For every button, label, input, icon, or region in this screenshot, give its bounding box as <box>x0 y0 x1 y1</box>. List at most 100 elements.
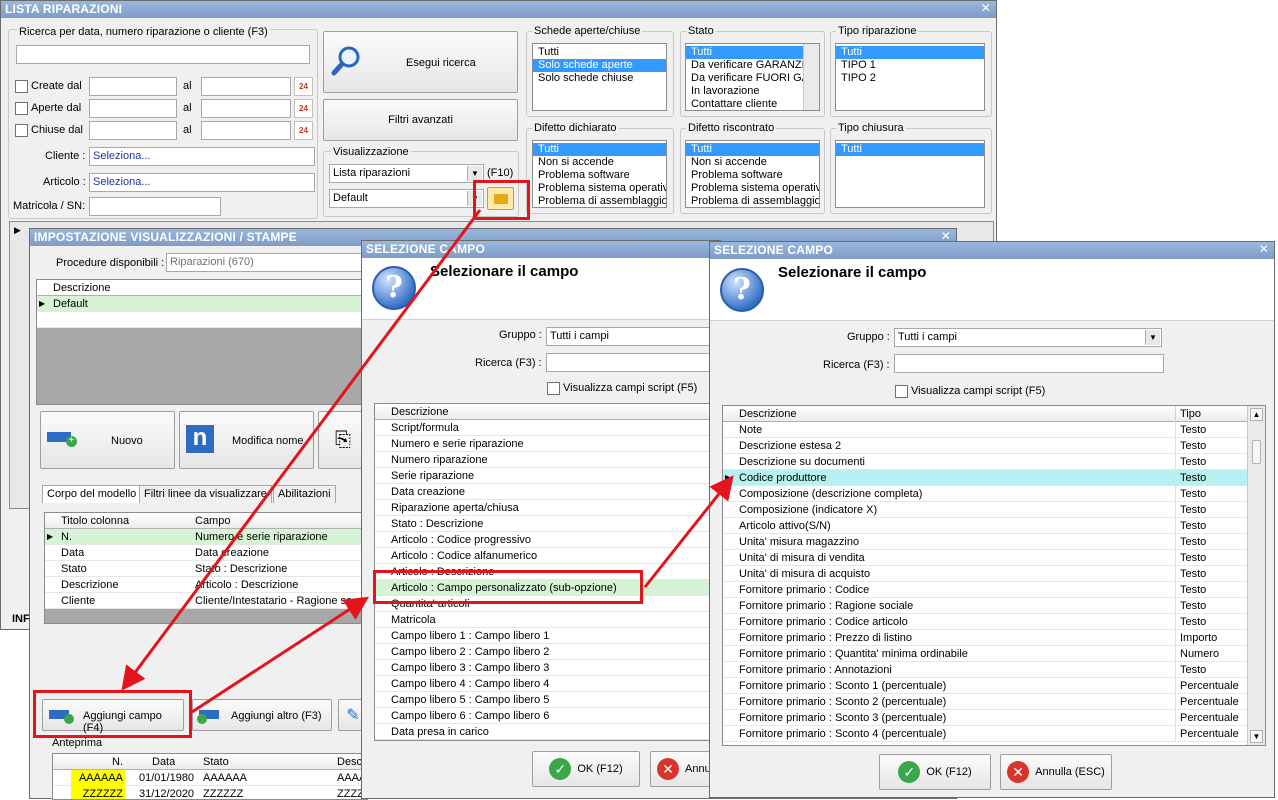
table-row[interactable]: Unita' di misura di vendita Testo <box>723 550 1265 566</box>
table-row[interactable]: Composizione (descrizione completa) Testo <box>723 486 1265 502</box>
table-row[interactable]: Numero riparazione <box>375 452 719 468</box>
chevron-down-icon[interactable]: ▼ <box>1250 730 1263 743</box>
table-row[interactable]: Unita' misura magazzino Testo <box>723 534 1265 550</box>
table-row[interactable]: Data creazione <box>375 484 719 500</box>
table-row[interactable]: Articolo attivo(S/N) Testo <box>723 518 1265 534</box>
table-row[interactable]: Articolo : Codice progressivo <box>375 532 719 548</box>
table-row[interactable]: Unita' di misura di acquisto Testo <box>723 566 1265 582</box>
table-row[interactable]: Fornitore primario : Sconto 4 (percentua… <box>723 726 1265 742</box>
add-other-button[interactable]: Aggiungi altro (F3) <box>192 699 332 731</box>
close-icon[interactable]: ✕ <box>1259 243 1269 256</box>
tab-corpo[interactable]: Corpo del modello <box>42 485 142 503</box>
list-item[interactable]: Tutti <box>686 46 803 59</box>
list-item[interactable]: Problema sistema operativo <box>686 182 819 195</box>
ricerca-input[interactable] <box>546 353 722 372</box>
matricola-field[interactable] <box>89 197 221 216</box>
difetto-dich-list[interactable]: Tutti Non si accende Problema software P… <box>532 140 667 208</box>
table-row[interactable]: Fornitore primario : Sconto 1 (percentua… <box>723 678 1265 694</box>
preview-grid[interactable]: N. Data Stato Descri AAAAAA 01/01/1980 A… <box>52 753 368 800</box>
advanced-filters-button[interactable]: Filtri avanzati <box>323 99 518 141</box>
table-row[interactable]: Data Data creazione <box>45 545 365 561</box>
table-row[interactable] <box>37 312 365 328</box>
table-row[interactable]: Fornitore primario : Codice Testo <box>723 582 1265 598</box>
table-row[interactable]: Fornitore primario : Sconto 3 (percentua… <box>723 710 1265 726</box>
table-row[interactable]: Fornitore primario : Codice articolo Test… <box>723 614 1265 630</box>
create-to-field[interactable] <box>201 77 291 96</box>
calendar-icon[interactable]: 24 <box>294 77 313 96</box>
table-row[interactable]: ZZZZZZ 31/12/2020 ZZZZZZ ZZZZ <box>53 786 367 799</box>
table-row[interactable]: ▶ Default <box>37 296 365 312</box>
list-item[interactable]: TIPO 1 <box>836 59 984 72</box>
table-row[interactable]: Fornitore primario : Prezzo di listino Im… <box>723 630 1265 646</box>
chevron-down-icon[interactable]: ▼ <box>1145 330 1160 345</box>
table-row[interactable]: Composizione (indicatore X) Testo <box>723 502 1265 518</box>
tab-filtri[interactable]: Filtri linee da visualizzare <box>139 485 272 503</box>
table-row[interactable]: Numero e serie riparazione <box>375 436 719 452</box>
list-item[interactable]: Problema software <box>686 169 819 182</box>
table-row[interactable]: Campo libero 2 : Campo libero 2 <box>375 644 719 660</box>
tipo-rip-list[interactable]: Tutti TIPO 1 TIPO 2 <box>835 43 985 111</box>
tab-abilitazioni[interactable]: Abilitazioni <box>273 485 336 503</box>
list-item[interactable]: Solo schede aperte <box>533 59 666 72</box>
script-checkbox[interactable] <box>547 382 560 395</box>
open-checkbox[interactable] <box>15 102 28 115</box>
search-input[interactable] <box>16 45 310 64</box>
list-item[interactable]: Tutti <box>836 143 984 156</box>
table-row[interactable]: Campo libero 1 : Campo libero 1 <box>375 628 719 644</box>
list-item[interactable]: Problema di assemblaggio <box>533 195 666 207</box>
closed-to-field[interactable] <box>201 121 291 140</box>
list-item[interactable]: Da verificare FUORI GA <box>686 72 819 85</box>
models-grid[interactable]: Descrizione ▶ Default <box>36 279 366 405</box>
table-row[interactable]: Riparazione aperta/chiusa <box>375 500 719 516</box>
table-row[interactable]: Campo libero 3 : Campo libero 3 <box>375 660 719 676</box>
stato-list[interactable]: Tutti Da verificare GARANZIA Da verifica… <box>685 43 820 111</box>
table-row[interactable]: Cliente Cliente/Intestatario - Ragione s… <box>45 593 365 609</box>
calendar-icon[interactable]: 24 <box>294 99 313 118</box>
table-row[interactable]: Fornitore primario : Annotazioni Testo <box>723 662 1265 678</box>
table-row[interactable]: Matricola <box>375 612 719 628</box>
list-item[interactable]: Tutti <box>836 46 984 59</box>
table-row[interactable]: Stato Stato : Descrizione <box>45 561 365 577</box>
view-combo[interactable]: Lista riparazioni ▼ <box>329 164 484 183</box>
list-item[interactable]: Solo schede chiuse <box>533 72 666 85</box>
table-row[interactable]: Descrizione Articolo : Descrizione <box>45 577 365 593</box>
chevron-down-icon[interactable]: ▼ <box>467 166 482 181</box>
create-from-field[interactable] <box>89 77 177 96</box>
difetto-risc-list[interactable]: Tutti Non si accende Problema software P… <box>685 140 820 208</box>
list-item[interactable]: Tutti <box>533 46 666 59</box>
chevron-up-icon[interactable]: ▲ <box>1250 408 1263 421</box>
open-to-field[interactable] <box>201 99 291 118</box>
ricerca-input[interactable] <box>894 354 1164 373</box>
closed-checkbox[interactable] <box>15 124 28 137</box>
table-row[interactable]: ▶ Codice produttore Testo <box>723 470 1265 486</box>
table-row[interactable]: Fornitore primario : Ragione sociale Test… <box>723 598 1265 614</box>
table-row[interactable]: Data presa in carico <box>375 724 719 740</box>
new-button[interactable]: + Nuovo <box>40 411 175 469</box>
ok-button[interactable]: ✓ OK (F12) <box>532 751 640 787</box>
list-item[interactable]: Da verificare GARANZIA <box>686 59 819 72</box>
script-checkbox[interactable] <box>895 385 908 398</box>
cliente-field[interactable]: Seleziona... <box>89 147 315 166</box>
list-item[interactable]: Non si accende <box>533 156 666 169</box>
scroll-thumb[interactable] <box>1252 440 1261 464</box>
table-row[interactable]: Campo libero 4 : Campo libero 4 <box>375 676 719 692</box>
table-row[interactable]: AAAAAA 01/01/1980 AAAAAA AAAA <box>53 770 367 786</box>
list-item[interactable]: Tutti <box>533 143 666 156</box>
table-row[interactable]: Campo libero 6 : Campo libero 6 <box>375 708 719 724</box>
list-item[interactable]: Problema sistema operativo <box>533 182 666 195</box>
list-item[interactable]: Problema software <box>533 169 666 182</box>
articolo-field[interactable]: Seleziona... <box>89 173 315 192</box>
gruppo-combo[interactable]: Tutti i campi ▼ <box>894 328 1162 347</box>
ok-button[interactable]: ✓ OK (F12) <box>879 754 991 790</box>
list-item[interactable]: In lavorazione <box>686 85 819 98</box>
sel2-fields-grid[interactable]: Descrizione Tipo Note Testo Descrizione es… <box>722 405 1266 746</box>
list-item[interactable]: Contattare cliente <box>686 98 819 110</box>
table-row[interactable]: Stato : Descrizione <box>375 516 719 532</box>
table-row[interactable]: Articolo : Codice alfanumerico <box>375 548 719 564</box>
list-item[interactable]: Problema di assemblaggio <box>686 195 819 207</box>
create-checkbox[interactable] <box>15 80 28 93</box>
default-combo[interactable]: Default ▼ <box>329 189 484 208</box>
table-row[interactable]: Fornitore primario : Quantita' minima or… <box>723 646 1265 662</box>
cancel-button[interactable]: ✕ Annulla (ESC) <box>1000 754 1112 790</box>
sel2-scrollbar[interactable]: ▲ ▼ <box>1247 406 1265 745</box>
